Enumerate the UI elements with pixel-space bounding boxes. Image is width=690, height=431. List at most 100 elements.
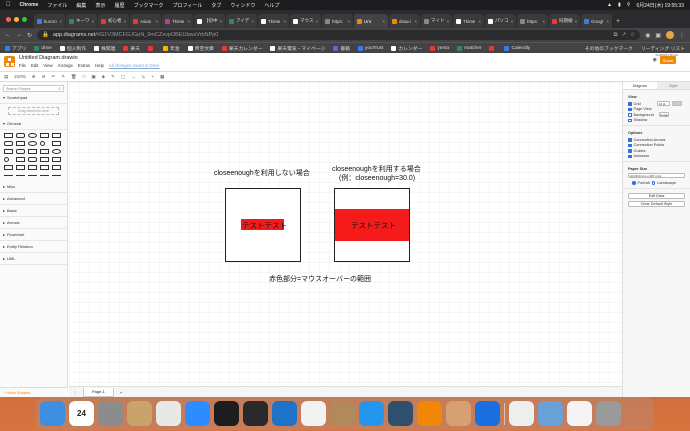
browser-tab[interactable]: Tkinte × — [162, 14, 193, 28]
shape-template[interactable] — [28, 133, 37, 138]
close-window-button[interactable] — [6, 16, 11, 22]
menubar-item[interactable]: プロフィール — [172, 2, 202, 9]
address-bar[interactable]: 🔒 app.diagrams.net/#G1V3MCFGJGpN_9mCZxvp… — [37, 30, 641, 40]
bookmark-item[interactable]: youTrust — [357, 45, 383, 52]
line-color-icon[interactable]: ✎ — [111, 74, 115, 80]
category-header[interactable]: ▸ Arrows — [0, 217, 67, 229]
bookmark-item[interactable]: 楽天電気・マイページ — [270, 45, 325, 52]
more-shapes-button[interactable]: + More Shapes... — [0, 387, 68, 397]
menu-file[interactable]: File — [19, 63, 26, 68]
bookmark-item[interactable]: 年金 — [163, 45, 180, 52]
browser-tab[interactable]: https: × — [517, 14, 548, 28]
shape-template[interactable] — [4, 141, 13, 146]
menubar-item[interactable]: タブ — [211, 2, 221, 9]
menubar-item[interactable]: 履歴 — [114, 2, 124, 9]
general-header[interactable]: ▾ General — [0, 118, 67, 130]
browser-tab[interactable]: マウス × — [290, 14, 321, 28]
new-tab-button[interactable]: + — [613, 14, 623, 28]
shape-template[interactable] — [16, 157, 25, 162]
dock-preview-icon[interactable] — [446, 401, 471, 426]
apple-icon[interactable]:  — [6, 2, 11, 8]
page-menu-icon[interactable]: ⋮ — [73, 390, 77, 395]
browser-tab[interactable]: Asian × — [130, 14, 161, 28]
shape-template[interactable] — [40, 157, 49, 162]
add-page-icon[interactable]: + — [120, 390, 122, 395]
menubar-datetime[interactable]: 6月24日(木) 19:55:33 — [636, 2, 684, 9]
shadow-checkbox[interactable] — [628, 118, 632, 122]
tab-close-icon[interactable]: × — [542, 19, 545, 24]
shadow-icon[interactable]: ▢ — [121, 74, 125, 80]
page-view-checkbox[interactable] — [628, 107, 632, 111]
globe-icon[interactable]: ◉ — [653, 57, 657, 63]
browser-tab[interactable]: Tkinte × — [258, 14, 289, 28]
insert-icon[interactable]: + — [151, 74, 154, 79]
tab-diagram[interactable]: Diagram — [623, 82, 657, 89]
bookmark-item[interactable]: カレンダー — [391, 45, 422, 52]
edit-data-button[interactable]: Edit Data — [628, 192, 685, 199]
category-header[interactable]: ▸ Basic — [0, 205, 67, 217]
tab-close-icon[interactable]: × — [220, 19, 223, 24]
bookmark-item[interactable]: Calendly — [504, 45, 530, 52]
profile-avatar[interactable] — [666, 31, 674, 39]
dock-trash-icon[interactable] — [596, 401, 621, 426]
browser-tab[interactable]: 同期検 × — [549, 14, 580, 28]
more-menu-icon[interactable]: ⋮ — [679, 32, 685, 39]
connection-icon[interactable]: → — [131, 74, 136, 79]
shape-template[interactable] — [40, 175, 49, 178]
tab-close-icon[interactable]: × — [316, 19, 319, 24]
tab-close-icon[interactable]: × — [414, 19, 417, 24]
tab-close-icon[interactable]: × — [575, 19, 578, 24]
dock-archive-icon[interactable] — [330, 401, 355, 426]
autosave-checkbox[interactable] — [628, 154, 632, 158]
dock-calendar-icon[interactable]: 24 — [69, 401, 94, 426]
shape-template[interactable] — [4, 149, 13, 154]
extension-icon[interactable]: ▣ — [655, 32, 661, 39]
reload-icon[interactable]: ↻ — [27, 32, 32, 39]
category-header[interactable]: ▸ Misc — [0, 181, 67, 193]
shape-template[interactable] — [16, 175, 25, 178]
tab-close-icon[interactable]: × — [187, 19, 190, 24]
bookmark-item[interactable] — [148, 45, 155, 52]
connection-arrows-checkbox[interactable] — [628, 138, 632, 142]
bookmark-item[interactable]: 楽天カレンダー — [221, 45, 262, 52]
dock-screenshot-icon[interactable] — [538, 401, 563, 426]
browser-tab[interactable]: https: × — [322, 14, 353, 28]
menubar-item[interactable]: ブックマーク — [133, 2, 163, 9]
dock-vscode-icon[interactable] — [272, 401, 297, 426]
reading-list[interactable]: リーディング リスト — [641, 45, 685, 52]
bookmark-item[interactable]: matcher — [457, 45, 481, 52]
fill-color-icon[interactable]: ◈ — [102, 74, 105, 80]
guides-checkbox[interactable] — [628, 149, 632, 153]
shape-template[interactable] — [16, 165, 25, 170]
dock-chrome-icon[interactable] — [156, 401, 181, 426]
page-tab[interactable]: Page-1 — [83, 387, 114, 397]
dock-terminal-icon[interactable] — [214, 401, 239, 426]
bookmark-item[interactable] — [489, 45, 496, 52]
shape-template[interactable] — [52, 165, 61, 170]
open-in-app-icon[interactable]: ⧉ — [614, 32, 618, 39]
waypoint-icon[interactable]: ↳ — [142, 74, 146, 80]
menubar-item[interactable]: ファイル — [47, 2, 67, 9]
tab-close-icon[interactable]: × — [447, 19, 450, 24]
browser-tab[interactable]: 【初中 × — [194, 14, 225, 28]
menubar-app-name[interactable]: Chrome — [20, 2, 39, 8]
shape-template[interactable] — [52, 141, 61, 146]
background-image-button[interactable]: Image — [658, 112, 669, 118]
menubar-item[interactable]: 編集 — [76, 2, 86, 9]
dock-activity-icon[interactable] — [301, 401, 326, 426]
dock-textedit-icon[interactable] — [509, 401, 534, 426]
paper-size-select[interactable]: A4 (210 mm x 297 mm) — [628, 173, 685, 178]
category-header[interactable]: ▸ Flowchart — [0, 229, 67, 241]
browser-tab[interactable]: アイデ × — [226, 14, 257, 28]
bookmark-item[interactable]: yenta — [430, 45, 449, 52]
diagram-canvas[interactable]: closeenoughを利用しない場合 closeenoughを利用する場合 (… — [69, 82, 622, 386]
save-status-link[interactable]: All changes saved in Drive — [109, 63, 160, 68]
menubar-item[interactable]: ヘルプ — [264, 2, 279, 9]
menu-edit[interactable]: Edit — [31, 63, 38, 68]
table-icon[interactable]: ▦ — [160, 74, 164, 80]
grid-checkbox[interactable] — [628, 102, 632, 106]
tab-close-icon[interactable]: × — [59, 19, 62, 24]
dock-system-preferences-icon[interactable] — [98, 401, 123, 426]
panel-toggle-icon[interactable]: ▤ — [4, 74, 8, 80]
tab-close-icon[interactable]: × — [283, 19, 286, 24]
